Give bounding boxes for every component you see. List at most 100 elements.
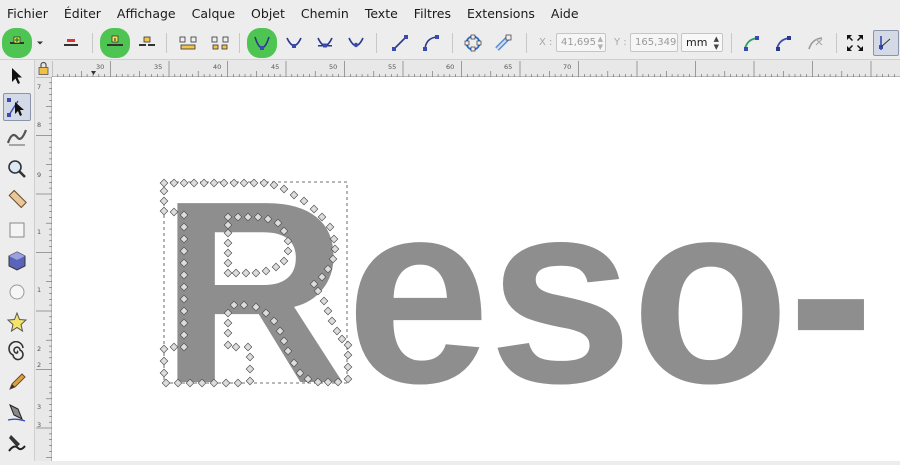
delete-node-button[interactable] <box>58 30 84 56</box>
vertical-ruler[interactable]: 7 8 9 1 1 2 2 3 3 <box>35 76 52 461</box>
make-symmetric-button[interactable] <box>312 30 338 56</box>
selector-tool[interactable] <box>3 62 31 90</box>
pen-icon <box>7 403 26 422</box>
line-segment-icon <box>392 35 408 51</box>
menu-chemin[interactable]: Chemin <box>293 0 357 27</box>
object-to-path-button[interactable] <box>460 30 486 56</box>
auto-smooth-node-icon <box>348 37 364 48</box>
y-coordinate-label: Y : <box>614 37 627 48</box>
make-smooth-button[interactable] <box>281 30 307 56</box>
stroke-to-path-button[interactable] <box>491 30 517 56</box>
show-handles-button[interactable] <box>873 30 899 56</box>
join-endnodes-segment-button[interactable] <box>175 30 201 56</box>
make-curve-segment-button[interactable] <box>418 30 444 56</box>
symmetric-node-icon <box>317 37 333 48</box>
pen-tool[interactable] <box>3 398 31 426</box>
menu-extensions[interactable]: Extensions <box>459 0 543 27</box>
3d-box-icon <box>8 251 26 271</box>
drawing-canvas[interactable]: Reso- <box>52 77 900 461</box>
v-ruler-label: 3 <box>37 403 41 411</box>
stroke-to-path-icon <box>495 34 512 51</box>
node-tool[interactable] <box>3 93 31 121</box>
vertical-ruler-scale: 7 8 9 1 1 2 2 3 3 <box>36 76 52 458</box>
v-ruler-label: 1 <box>37 228 41 236</box>
delete-segment-icon <box>211 36 229 50</box>
h-ruler-label: 65 <box>504 63 512 71</box>
menu-calque[interactable]: Calque <box>184 0 243 27</box>
calligraphy-tool[interactable] <box>3 429 31 457</box>
v-ruler-label: 2 <box>37 345 41 353</box>
menu-objet[interactable]: Objet <box>243 0 293 27</box>
spiral-icon <box>8 341 24 361</box>
star-tool[interactable] <box>3 308 31 336</box>
menu-editer[interactable]: Éditer <box>56 0 109 27</box>
horizontal-ruler[interactable]: 30 35 40 45 50 55 60 65 70 <box>51 60 900 77</box>
lock-icon[interactable] <box>35 60 52 77</box>
rectangle-tool[interactable] <box>3 216 31 244</box>
v-ruler-label: 9 <box>37 171 41 179</box>
menu-aide[interactable]: Aide <box>543 0 587 27</box>
v-ruler-label: 3 <box>37 421 41 429</box>
join-nodes-icon <box>107 35 123 46</box>
text-object-reso[interactable]: Reso- <box>160 148 874 438</box>
insert-node-dropdown[interactable] <box>33 30 47 56</box>
make-auto-smooth-button[interactable] <box>343 30 369 56</box>
h-ruler-label: 55 <box>388 63 396 71</box>
toolbox <box>0 60 35 461</box>
break-path-icon <box>139 36 155 46</box>
horizontal-ruler-scale: 30 35 40 45 50 55 60 65 70 <box>51 61 895 77</box>
h-ruler-label: 40 <box>213 63 221 71</box>
y-coordinate-field[interactable]: 165,349 <box>630 33 678 52</box>
show-bbox-button[interactable] <box>842 30 868 56</box>
v-ruler-label: 1 <box>37 286 41 294</box>
tweak-tool[interactable] <box>3 122 31 150</box>
delete-segment-button[interactable] <box>207 30 233 56</box>
smooth-node-icon <box>286 37 302 48</box>
pencil-tool[interactable] <box>3 368 31 396</box>
canvas-drawing: Reso- <box>159 148 874 438</box>
x-spin-arrows[interactable]: ▲ ▼ <box>598 35 603 51</box>
ellipse-tool[interactable] <box>3 278 31 306</box>
x-coordinate-label: X : <box>539 37 553 48</box>
measure-tool[interactable] <box>3 185 31 213</box>
menu-affichage[interactable]: Affichage <box>109 0 184 27</box>
h-ruler-label: 35 <box>154 63 162 71</box>
break-path-button[interactable] <box>134 30 160 56</box>
menu-texte[interactable]: Texte <box>357 0 406 27</box>
make-cusp-button[interactable] <box>247 28 277 58</box>
unit-selector[interactable]: mm ▲ ▼ <box>681 33 723 52</box>
ruler-corner <box>35 60 52 77</box>
v-ruler-label: 7 <box>37 83 41 91</box>
unit-spin-arrows: ▲ ▼ <box>713 35 719 51</box>
delete-node-icon <box>64 39 78 46</box>
join-nodes-button[interactable] <box>100 28 130 58</box>
menu-fichier[interactable]: Fichier <box>0 0 56 27</box>
x-coordinate-field[interactable]: 41,695 ▲ ▼ <box>556 33 606 52</box>
insert-node-button[interactable] <box>2 28 32 58</box>
x-coordinate-value: 41,695 <box>561 37 596 48</box>
expand-arrows-icon <box>847 35 863 51</box>
clip-path-icon <box>744 36 759 51</box>
ruler-icon <box>8 189 27 209</box>
edit-clip-path-button[interactable] <box>739 30 765 56</box>
h-ruler-label: 50 <box>329 63 337 71</box>
curve-segment-icon <box>423 35 439 51</box>
spiral-tool[interactable] <box>3 338 31 366</box>
v-ruler-label: 2 <box>37 361 41 369</box>
calligraphy-pen-icon <box>8 435 26 452</box>
menu-bar: Fichier Éditer Affichage Calque Objet Ch… <box>0 0 900 27</box>
edit-mask-button[interactable] <box>771 30 797 56</box>
object-to-path-icon <box>464 34 482 52</box>
3d-box-tool[interactable] <box>3 247 31 275</box>
show-transform-handles-button[interactable] <box>803 30 829 56</box>
h-ruler-label: 60 <box>446 63 454 71</box>
pencil-icon <box>9 373 26 390</box>
zoom-tool[interactable] <box>3 155 31 183</box>
mask-path-icon <box>776 36 791 51</box>
menu-filtres[interactable]: Filtres <box>406 0 459 27</box>
make-line-segment-button[interactable] <box>387 30 413 56</box>
v-ruler-label: 8 <box>37 121 41 129</box>
join-segment-icon <box>179 36 197 50</box>
y-coordinate-value: 165,349 <box>635 37 677 48</box>
tweak-wave-icon <box>6 129 28 146</box>
